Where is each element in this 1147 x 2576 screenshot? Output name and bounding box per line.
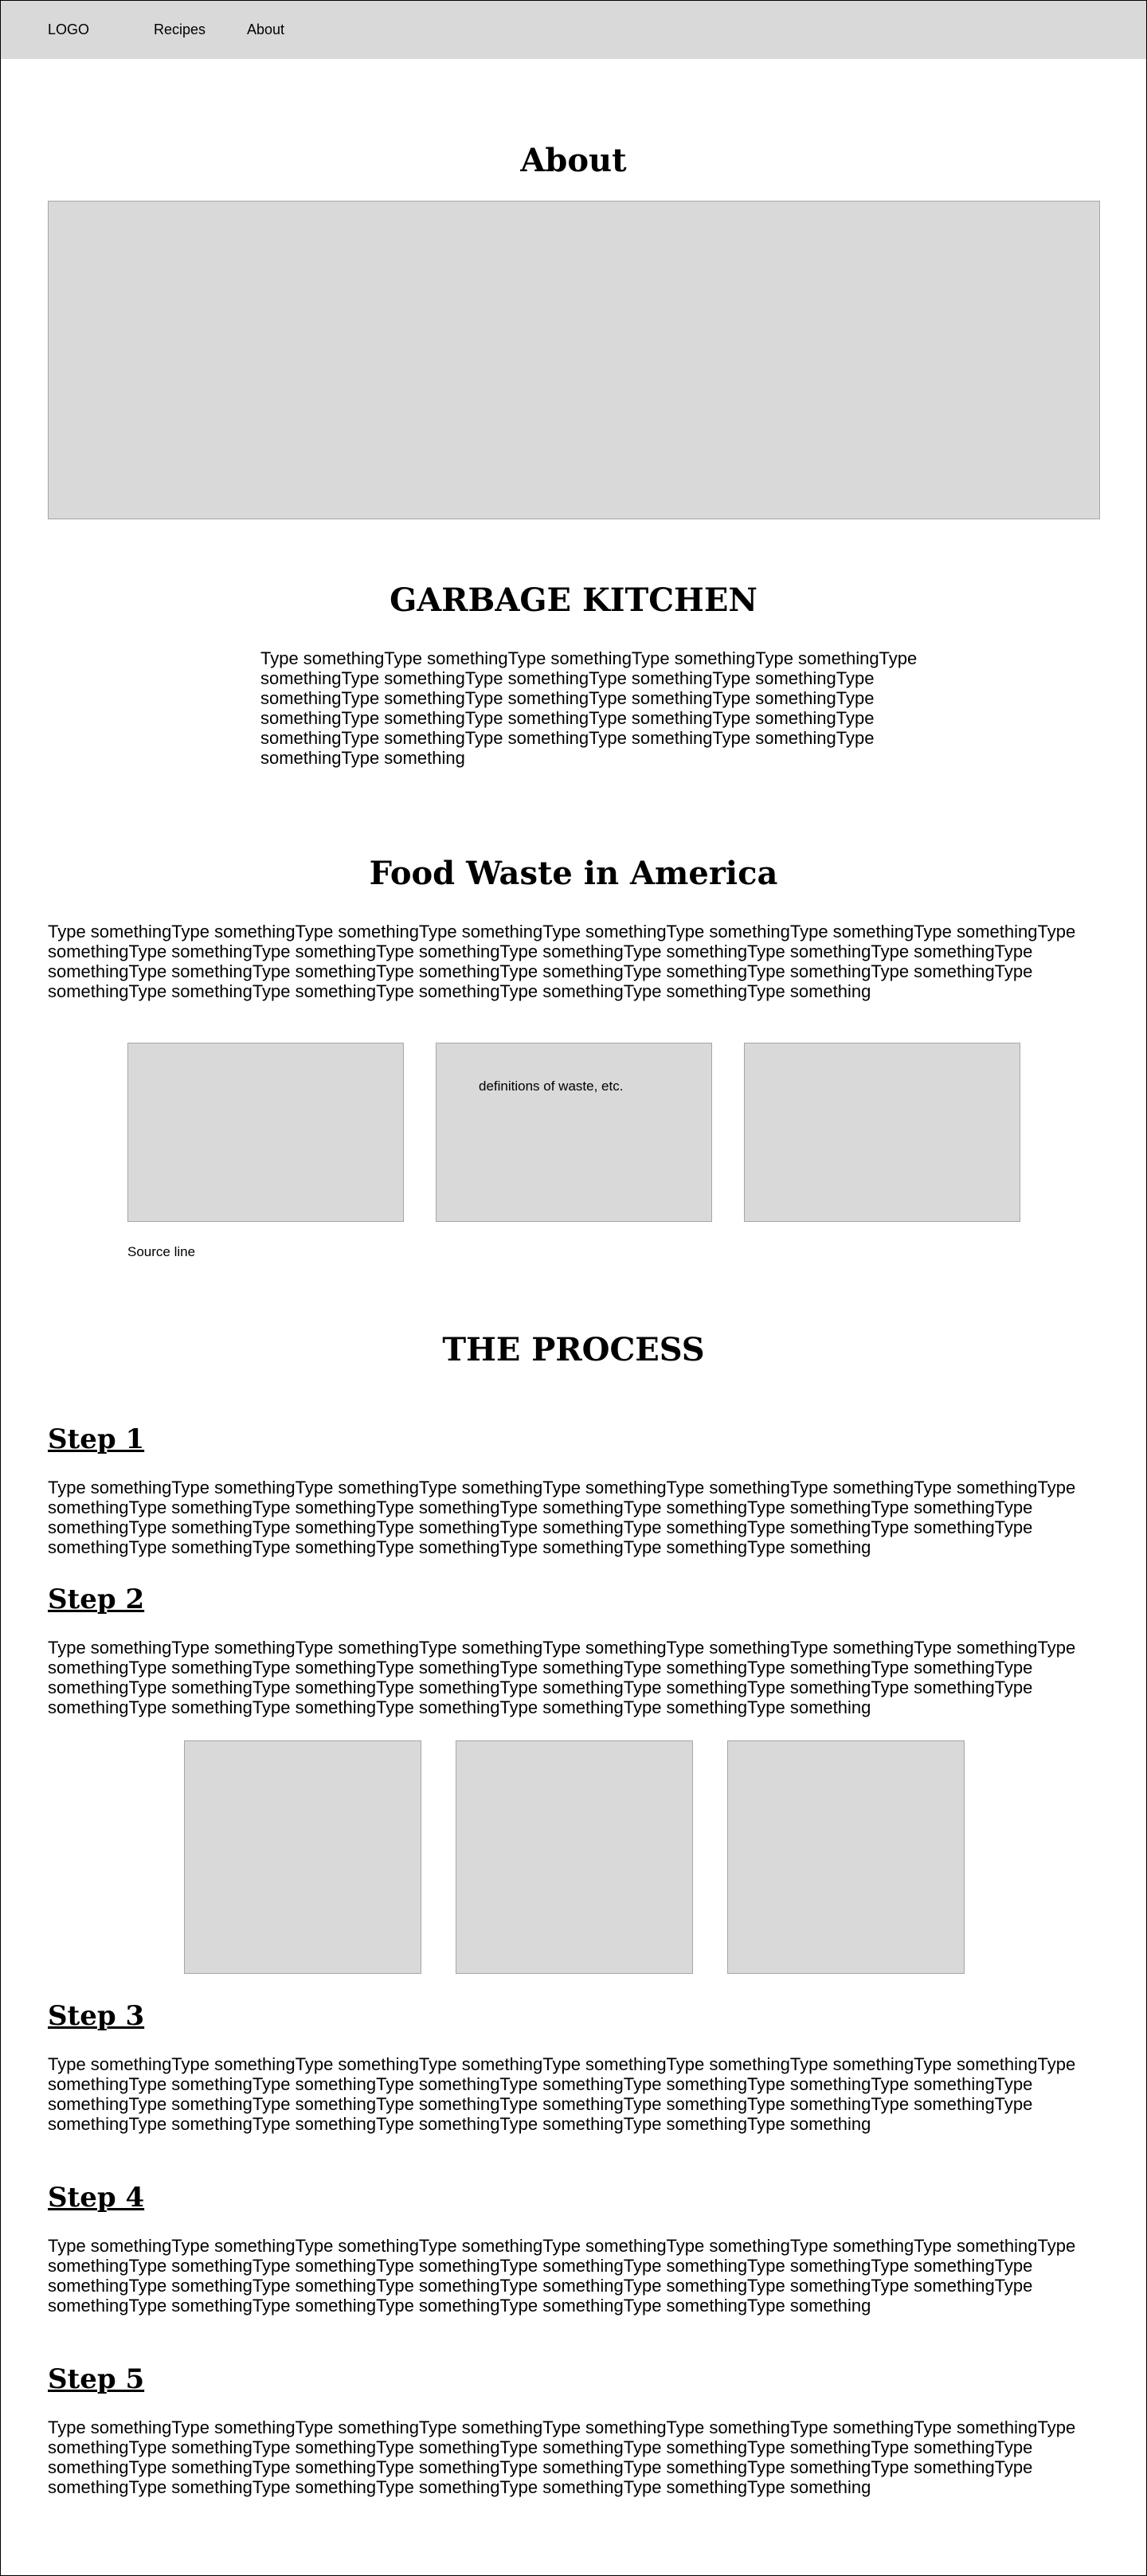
nav-link-recipes[interactable]: Recipes	[154, 22, 206, 37]
step-2-image-1	[184, 1740, 421, 1974]
step-2-image-3	[727, 1740, 965, 1974]
garbage-kitchen-heading: GARBAGE KITCHEN	[390, 581, 757, 619]
step-4-text: Type somethingType somethingType somethi…	[48, 2236, 1076, 2316]
definitions-caption: definitions of waste, etc.	[479, 1079, 624, 1094]
food-waste-heading: Food Waste in America	[369, 855, 778, 892]
food-waste-image-2: definitions of waste, etc.	[436, 1043, 712, 1222]
hero-image-placeholder	[48, 201, 1100, 519]
food-waste-image-1	[127, 1043, 404, 1222]
navbar: LOGO Recipes About	[1, 1, 1146, 59]
logo[interactable]: LOGO	[48, 22, 89, 37]
step-3-text: Type somethingType somethingType somethi…	[48, 2054, 1076, 2134]
nav-link-about[interactable]: About	[247, 22, 284, 37]
about-heading: About	[520, 142, 627, 179]
process-heading: THE PROCESS	[442, 1331, 705, 1368]
food-waste-text: Type somethingType somethingType somethi…	[48, 922, 1076, 1001]
step-2-text: Type somethingType somethingType somethi…	[48, 1638, 1076, 1717]
source-line: Source line	[127, 1244, 196, 1259]
step-5-text: Type somethingType somethingType somethi…	[48, 2417, 1076, 2497]
step-3-title: Step 3	[48, 2000, 145, 2032]
step-5-title: Step 5	[48, 2363, 145, 2395]
step-1-text: Type somethingType somethingType somethi…	[48, 1478, 1076, 1557]
step-4-title: Step 4	[48, 2182, 145, 2214]
step-2-title: Step 2	[48, 1584, 145, 1615]
food-waste-image-3	[744, 1043, 1020, 1222]
step-2-image-2	[456, 1740, 693, 1974]
garbage-kitchen-text: Type somethingType somethingType somethi…	[260, 648, 918, 768]
step-1-title: Step 1	[48, 1423, 145, 1455]
